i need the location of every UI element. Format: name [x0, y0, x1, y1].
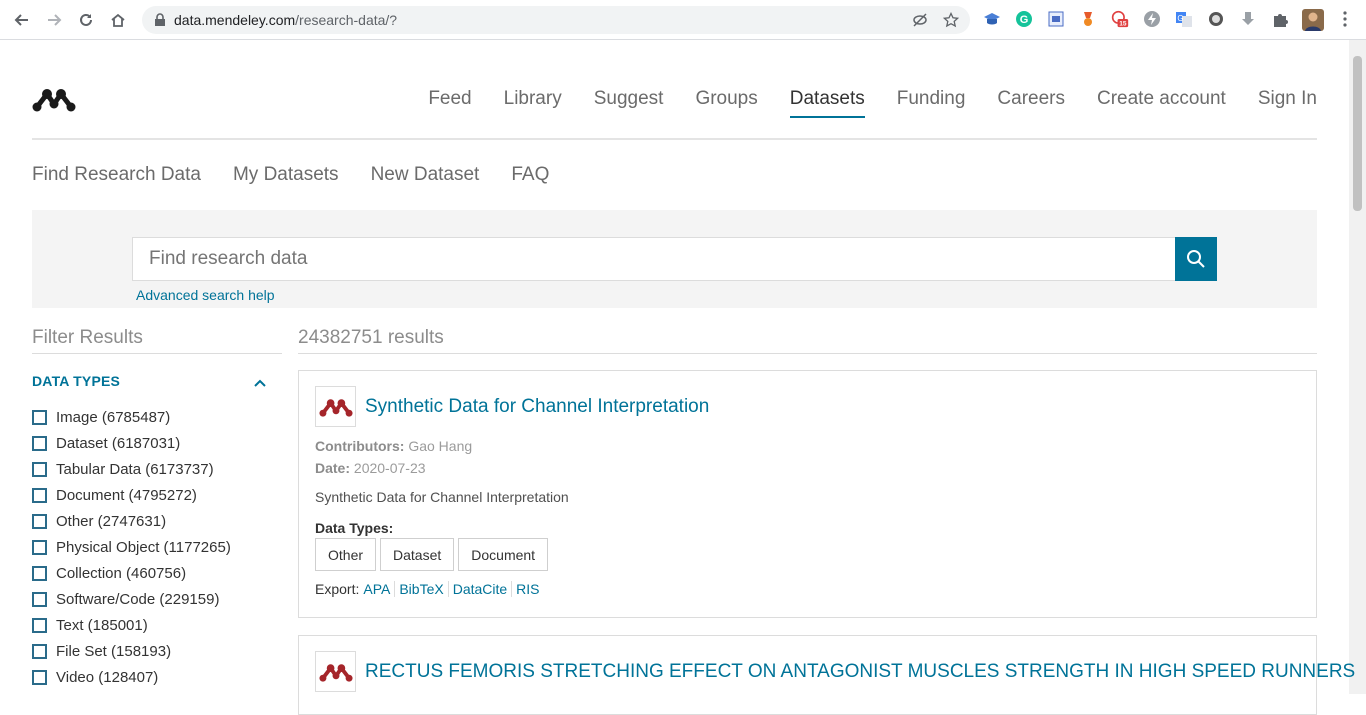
- browser-toolbar: data.mendeley.com/research-data/? G 15 G: [0, 0, 1366, 40]
- tag-document[interactable]: Document: [458, 538, 549, 571]
- checkbox[interactable]: [32, 461, 47, 477]
- result-description: Synthetic Data for Channel Interpretatio…: [315, 489, 569, 505]
- tag-other[interactable]: Other: [315, 538, 377, 571]
- search-input[interactable]: [133, 238, 1175, 280]
- checkbox[interactable]: [32, 617, 47, 633]
- checkbox[interactable]: [32, 643, 47, 659]
- subnav-faq[interactable]: FAQ: [511, 164, 549, 186]
- filter-results-heading: Filter Results: [32, 327, 143, 348]
- data-type-filter-list: Image (6785487) Dataset (6187031) Tabula…: [32, 404, 282, 690]
- checkbox[interactable]: [32, 487, 47, 503]
- filter-item-text[interactable]: Text (185001): [32, 612, 282, 638]
- notification-extension-icon[interactable]: 15: [1111, 10, 1129, 28]
- export-ris-link[interactable]: RIS: [511, 581, 543, 597]
- filter-item-software-code[interactable]: Software/Code (229159): [32, 586, 282, 612]
- export-datacite-link[interactable]: DataCite: [447, 581, 511, 597]
- result-card: Synthetic Data for Channel Interpretatio…: [298, 370, 1317, 618]
- page-scrollbar[interactable]: [1349, 40, 1366, 694]
- filter-divider: [32, 353, 282, 354]
- filter-item-collection[interactable]: Collection (460756): [32, 560, 282, 586]
- nav-suggest[interactable]: Suggest: [594, 88, 664, 118]
- dataset-logo-icon: [315, 651, 356, 692]
- bookmark-star-icon[interactable]: [942, 11, 960, 33]
- checkbox[interactable]: [32, 669, 47, 685]
- nav-datasets[interactable]: Datasets: [789, 88, 865, 118]
- forward-icon[interactable]: [43, 9, 65, 31]
- filter-item-video[interactable]: Video (128407): [32, 664, 282, 690]
- filter-item-image[interactable]: Image (6785487): [32, 404, 282, 430]
- nav-sign-in[interactable]: Sign In: [1258, 88, 1317, 118]
- filter-item-file-set[interactable]: File Set (158193): [32, 638, 282, 664]
- data-types-label: Data Types:: [315, 520, 394, 536]
- svg-text:G: G: [1020, 14, 1029, 26]
- subnav-find-research-data[interactable]: Find Research Data: [32, 164, 201, 186]
- top-navigation: Feed Library Suggest Groups Datasets Fun…: [396, 88, 1317, 118]
- export-label: Export:: [315, 581, 360, 597]
- results-count: 24382751 results: [298, 327, 444, 348]
- back-icon[interactable]: [11, 9, 33, 31]
- search-box: [132, 237, 1176, 281]
- advanced-search-help-link[interactable]: Advanced search help: [136, 287, 275, 303]
- filter-item-dataset[interactable]: Dataset (6187031): [32, 430, 282, 456]
- tag-dataset[interactable]: Dataset: [380, 538, 455, 571]
- profile-avatar[interactable]: [1302, 9, 1324, 31]
- mendeley-logo-icon[interactable]: [32, 86, 76, 117]
- google-translate-icon[interactable]: G: [1175, 10, 1193, 28]
- bolt-extension-icon[interactable]: [1143, 10, 1161, 28]
- award-extension-icon[interactable]: [1079, 10, 1097, 28]
- sub-navigation: Find Research Data My Datasets New Datas…: [32, 164, 581, 186]
- url-text: data.mendeley.com/research-data/?: [174, 12, 398, 28]
- export-bibtex-link[interactable]: BibTeX: [394, 581, 447, 597]
- filter-item-tabular-data[interactable]: Tabular Data (6173737): [32, 456, 282, 482]
- checkbox[interactable]: [32, 539, 47, 555]
- home-icon[interactable]: [107, 9, 129, 31]
- results-divider: [298, 353, 1317, 354]
- filter-item-other[interactable]: Other (2747631): [32, 508, 282, 534]
- grammarly-extension-icon[interactable]: G: [1015, 10, 1033, 28]
- chevron-up-icon[interactable]: [254, 374, 266, 392]
- lock-icon: [154, 13, 166, 32]
- data-types-section-heading[interactable]: DATA TYPES: [32, 373, 120, 389]
- checkbox[interactable]: [32, 513, 47, 529]
- puzzle-extensions-icon[interactable]: [1271, 10, 1289, 28]
- nav-feed[interactable]: Feed: [428, 88, 471, 118]
- checkbox[interactable]: [32, 409, 47, 425]
- address-bar[interactable]: data.mendeley.com/research-data/?: [142, 6, 970, 34]
- nav-create-account[interactable]: Create account: [1097, 88, 1226, 118]
- result-title-link[interactable]: Synthetic Data for Channel Interpretatio…: [365, 396, 709, 418]
- checkbox[interactable]: [32, 435, 47, 451]
- nav-funding[interactable]: Funding: [897, 88, 966, 118]
- reload-icon[interactable]: [75, 9, 97, 31]
- search-icon: [1187, 250, 1205, 268]
- eye-off-icon[interactable]: [912, 12, 928, 33]
- result-title-link[interactable]: RECTUS FEMORIS STRETCHING EFFECT ON ANTA…: [365, 661, 1355, 683]
- checkbox[interactable]: [32, 565, 47, 581]
- nav-groups[interactable]: Groups: [695, 88, 757, 118]
- nav-careers[interactable]: Careers: [997, 88, 1065, 118]
- circle-extension-icon[interactable]: [1207, 10, 1225, 28]
- graduation-cap-extension-icon[interactable]: [983, 10, 1001, 28]
- scrollbar-thumb[interactable]: [1353, 56, 1362, 211]
- search-band: Advanced search help: [32, 210, 1317, 308]
- kebab-menu-icon[interactable]: [1336, 10, 1354, 28]
- download-extension-icon[interactable]: [1239, 10, 1257, 28]
- result-card: RECTUS FEMORIS STRETCHING EFFECT ON ANTA…: [298, 635, 1355, 715]
- data-type-tags: Other Dataset Document: [315, 538, 552, 571]
- export-links: Export: APA BibTeX DataCite RIS: [315, 581, 544, 597]
- export-apa-link[interactable]: APA: [359, 581, 394, 597]
- dataset-logo-icon: [315, 386, 356, 427]
- result-contributors: Contributors: Gao Hang: [315, 438, 473, 454]
- svg-text:15: 15: [1119, 21, 1127, 28]
- nav-library[interactable]: Library: [504, 88, 562, 118]
- search-button[interactable]: [1175, 237, 1217, 281]
- svg-text:G: G: [1177, 14, 1183, 23]
- filter-item-physical-object[interactable]: Physical Object (1177265): [32, 534, 282, 560]
- filter-item-document[interactable]: Document (4795272): [32, 482, 282, 508]
- result-date: Date: 2020-07-23: [315, 460, 426, 476]
- translate-extension-icon[interactable]: [1047, 10, 1065, 28]
- header-divider: [32, 138, 1317, 140]
- subnav-my-datasets[interactable]: My Datasets: [233, 164, 339, 186]
- subnav-new-dataset[interactable]: New Dataset: [371, 164, 480, 186]
- checkbox[interactable]: [32, 591, 47, 607]
